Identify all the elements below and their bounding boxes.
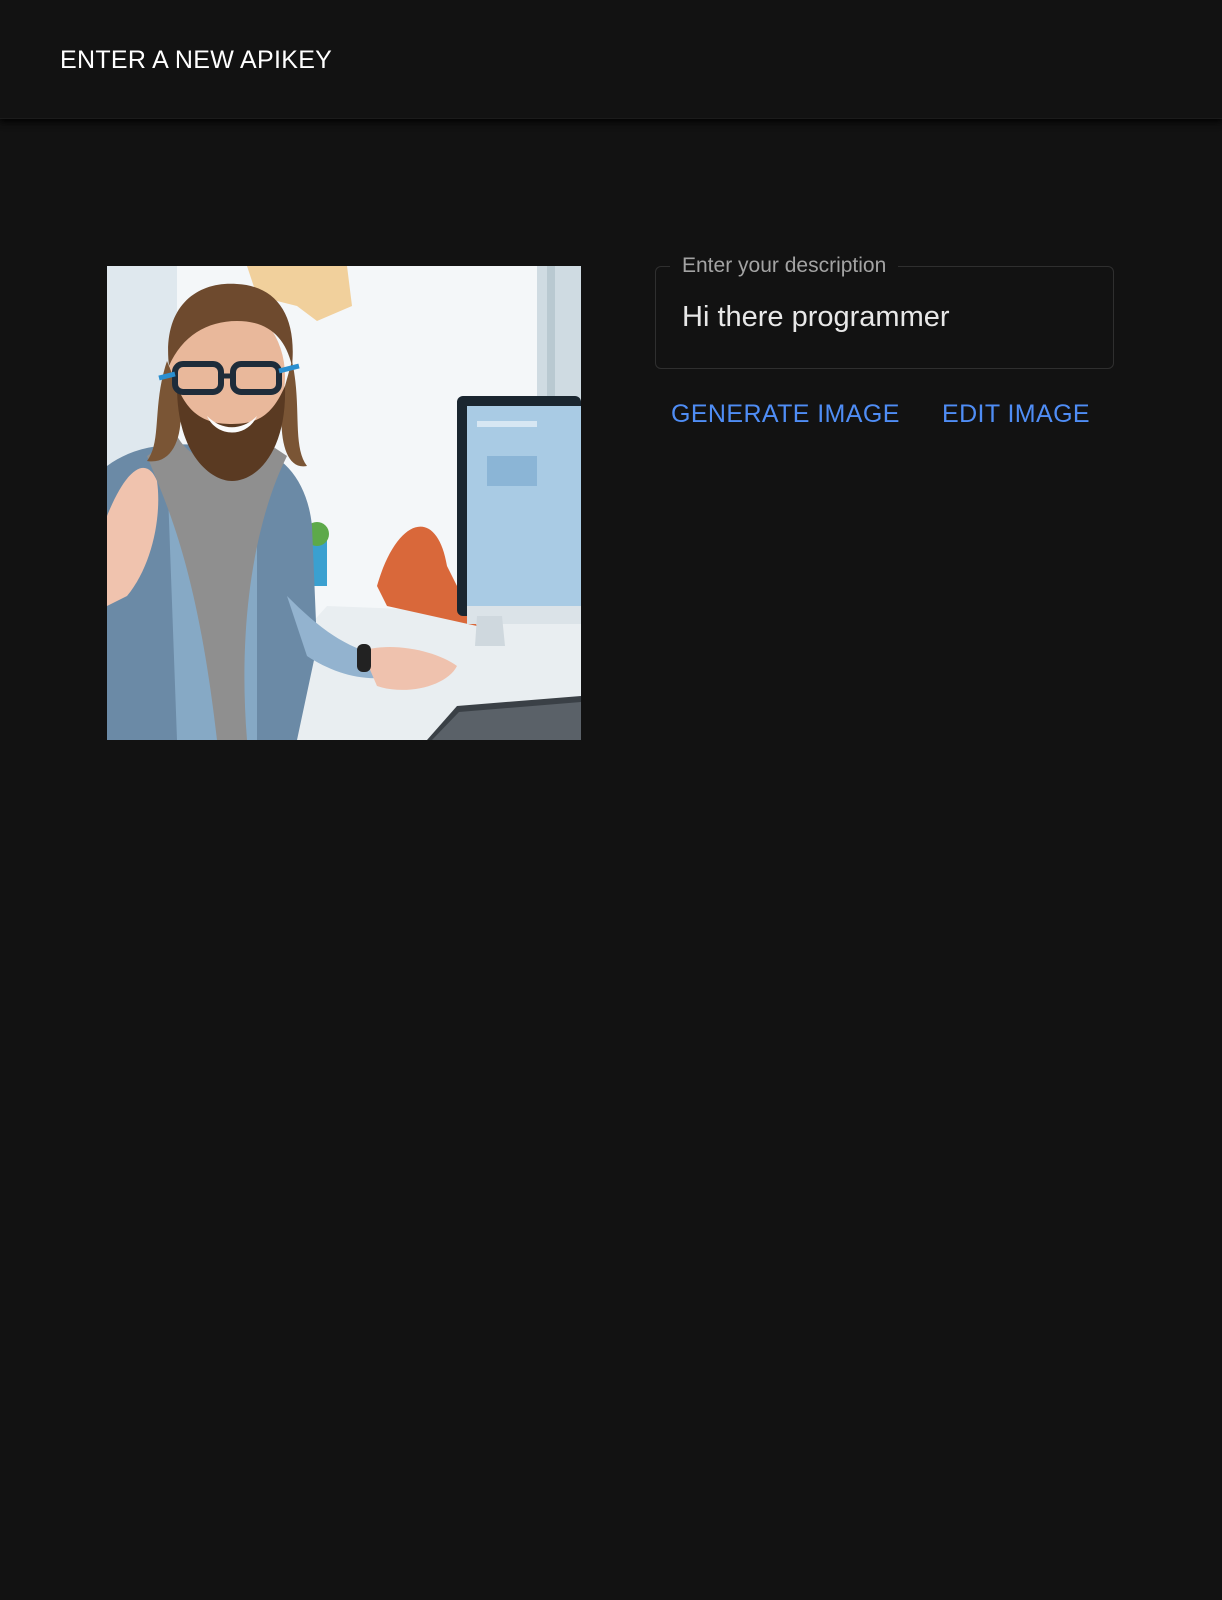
description-field[interactable]: Enter your description	[655, 252, 1114, 369]
generate-image-button[interactable]: GENERATE IMAGE	[665, 392, 906, 436]
generated-image	[107, 266, 581, 740]
app-bar: ENTER A NEW APIKEY	[0, 0, 1222, 119]
description-label: Enter your description	[670, 252, 899, 280]
edit-image-button[interactable]: EDIT IMAGE	[936, 392, 1096, 436]
enter-apikey-button[interactable]: ENTER A NEW APIKEY	[52, 38, 340, 82]
description-input[interactable]	[682, 297, 1082, 337]
